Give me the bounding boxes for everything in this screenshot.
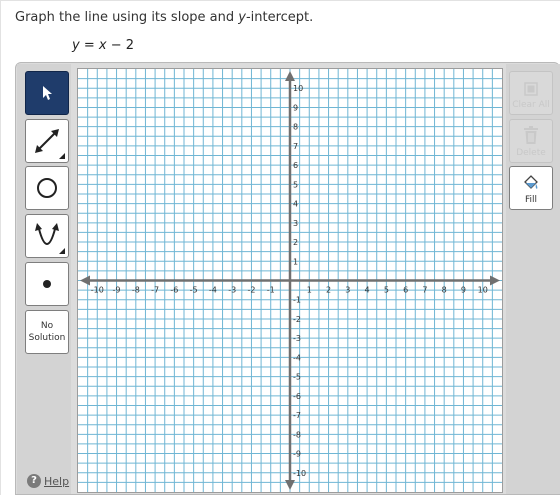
- y-tick-label: 1: [293, 257, 298, 266]
- x-tick-label: 1: [307, 286, 312, 295]
- y-tick-label: -9: [293, 450, 301, 459]
- x-tick-label: 7: [422, 286, 427, 295]
- pointer-icon: [43, 86, 52, 100]
- y-tick-label: -7: [293, 411, 301, 420]
- fill-button[interactable]: Fill: [509, 166, 553, 210]
- x-tick-label: 3: [345, 286, 350, 295]
- x-tick-label: 5: [384, 286, 389, 295]
- x-tick-label: -2: [247, 286, 255, 295]
- circle-icon: [37, 178, 57, 198]
- parabola-tool-button[interactable]: [25, 214, 69, 258]
- x-tick-label: -8: [132, 286, 140, 295]
- y-tick-label: 4: [293, 200, 298, 209]
- paint-bucket-icon: [524, 175, 538, 189]
- y-tick-label: 7: [293, 142, 298, 151]
- y-tick-label: -10: [293, 469, 306, 478]
- graph-area[interactable]: -10 -9 -8 -7 -6 -5 -4 -3 -2 -1 1 2 3 4 5 6 7 8 9 10 -10 -9 -8 -…: [77, 68, 503, 493]
- x-tick-label: 2: [326, 286, 331, 295]
- help-icon: ?: [27, 474, 41, 488]
- y-axis-arrow-down: [285, 480, 295, 490]
- y-tick-label: -2: [293, 315, 301, 324]
- tool-options-icon: [59, 153, 65, 159]
- y-tick-label: 3: [293, 219, 298, 228]
- y-tick-label: -4: [293, 353, 301, 362]
- y-tick-label: 6: [293, 161, 298, 170]
- y-tick-label: -3: [293, 334, 301, 343]
- help-link[interactable]: ? Help: [27, 474, 69, 488]
- clear-all-icon: [524, 82, 538, 96]
- y-tick-label: 9: [293, 103, 298, 112]
- clear-all-button[interactable]: Clear All: [509, 71, 553, 115]
- y-tick-label: 5: [293, 180, 298, 189]
- prompt-var: y: [238, 10, 246, 25]
- problem-prompt: Graph the line using its slope and y-int…: [15, 10, 314, 25]
- x-tick-label: 8: [442, 286, 447, 295]
- equation: y = x − 2: [72, 38, 135, 53]
- point-tool-button[interactable]: [25, 262, 69, 306]
- x-tick-label: -5: [190, 286, 198, 295]
- y-tick-label: -1: [293, 296, 301, 305]
- y-axis-arrow-up: [285, 71, 295, 81]
- pointer-tool-button[interactable]: [25, 71, 69, 115]
- point-icon: [43, 280, 51, 288]
- x-tick-label: 9: [461, 286, 466, 295]
- no-solution-button[interactable]: No Solution: [25, 310, 69, 354]
- x-tick-label: 10: [478, 286, 488, 295]
- x-axis-arrow-left: [80, 275, 90, 286]
- y-tick-label: 2: [293, 238, 298, 247]
- x-tick-label: -9: [113, 286, 121, 295]
- parabola-icon: [35, 223, 59, 245]
- x-tick-label: 6: [403, 286, 408, 295]
- x-axis-arrow-right: [490, 275, 500, 286]
- x-tick-label: 4: [365, 286, 370, 295]
- tool-options-icon: [59, 248, 65, 254]
- y-tick-label: -5: [293, 373, 301, 382]
- line-tool-button[interactable]: [25, 119, 69, 163]
- y-tick-label: 10: [293, 84, 303, 93]
- coordinate-grid[interactable]: -10 -9 -8 -7 -6 -5 -4 -3 -2 -1 1 2 3 4 5 6 7 8 9 10 -10 -9 -8 -…: [78, 69, 502, 492]
- y-tick-label: -8: [293, 430, 301, 439]
- line-arrows-icon: [35, 129, 59, 153]
- delete-button[interactable]: Delete: [509, 119, 553, 163]
- trash-icon: [524, 126, 538, 144]
- x-tick-label: -6: [170, 286, 178, 295]
- x-tick-label: -3: [228, 286, 236, 295]
- x-tick-label: -1: [267, 286, 275, 295]
- x-tick-label: -4: [209, 286, 217, 295]
- x-tick-label: -10: [91, 286, 104, 295]
- y-tick-label: 8: [293, 123, 298, 132]
- y-tick-label: -6: [293, 392, 301, 401]
- circle-tool-button[interactable]: [25, 166, 69, 210]
- x-tick-label: -7: [151, 286, 159, 295]
